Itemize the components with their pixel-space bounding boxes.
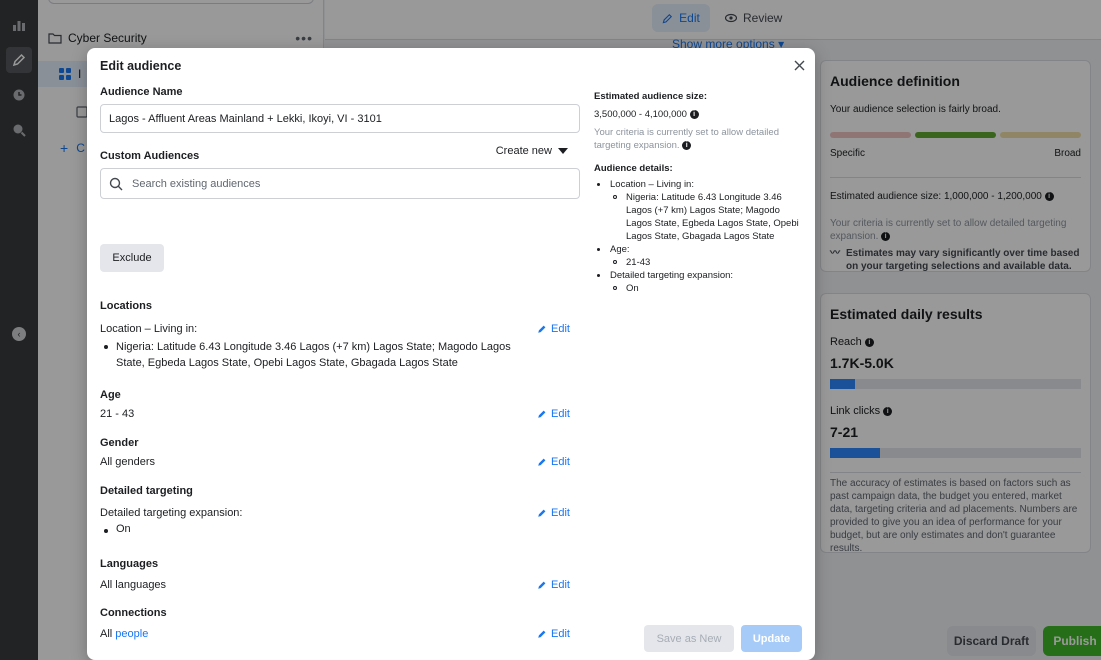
audience-name-value: Lagos - Affluent Areas Mainland + Lekki,… [109,112,382,125]
languages-value: All languages [100,579,167,591]
summary-location-item: Location – Living in: Nigeria: Latitude … [594,178,804,243]
summary-size-label: Estimated audience size: [594,91,707,102]
create-new-label: Create new [495,145,552,157]
search-icon [109,177,123,190]
audience-name-input[interactable]: Lagos - Affluent Areas Mainland + Lekki,… [100,104,580,133]
edit-age-link[interactable]: Edit [537,408,570,420]
age-value: 21 - 43 [100,408,135,420]
edit-languages-link[interactable]: Edit [537,579,570,591]
locations-sub: Location – Living in: [100,323,198,335]
summary-location-value: Nigeria: Latitude 6.43 Longitude 3.46 La… [610,191,804,243]
search-audiences-input[interactable]: Search existing audiences [100,168,580,199]
connections-heading: Connections [100,607,167,619]
exclude-button[interactable]: Exclude [100,244,164,272]
edit-detailed-targeting-link[interactable]: Edit [537,507,570,519]
summary-size-value: 3,500,000 - 4,100,000 i [594,108,804,121]
summary-criteria-note: Your criteria is currently set to allow … [594,127,779,151]
locations-heading: Locations [100,300,152,312]
edit-connections-link[interactable]: Edit [537,628,570,640]
people-link[interactable]: people [115,628,148,640]
summary-expansion-item: Detailed targeting expansion: On [594,269,804,295]
caret-down-icon [558,148,568,154]
detailed-targeting-item: On [100,523,131,535]
locations-list: Nigeria: Latitude 6.43 Longitude 3.46 La… [100,339,530,371]
summary-expansion-value: On [610,282,804,295]
pencil-icon [538,630,546,638]
pencil-icon [538,410,546,418]
audience-name-label: Audience Name [100,86,183,98]
edit-audience-dialog: Edit audience Audience Name Lagos - Affl… [87,48,815,660]
pencil-icon [538,458,546,466]
pencil-icon [538,581,546,589]
summary-age-item: Age: 21-43 [594,243,804,269]
connections-value: All people [100,628,149,640]
custom-audiences-label: Custom Audiences [100,150,200,162]
summary-age-value: 21-43 [610,256,804,269]
location-item: Nigeria: Latitude 6.43 Longitude 3.46 La… [100,339,530,371]
info-icon[interactable]: i [682,140,692,150]
detailed-targeting-heading: Detailed targeting [100,485,193,497]
detailed-targeting-sub: Detailed targeting expansion: [100,507,243,519]
update-button[interactable]: Update [741,625,802,652]
audience-summary: Estimated audience size: 3,500,000 - 4,1… [594,90,804,295]
save-as-new-button[interactable]: Save as New [644,625,734,652]
create-new-dropdown[interactable]: Create new [496,145,568,157]
pencil-icon [538,509,546,517]
summary-details-list: Location – Living in: Nigeria: Latitude … [594,178,804,295]
pencil-icon [538,325,546,333]
edit-locations-link[interactable]: Edit [537,323,570,335]
edit-gender-link[interactable]: Edit [537,456,570,468]
age-heading: Age [100,389,121,401]
gender-heading: Gender [100,437,139,449]
close-icon[interactable] [791,57,807,73]
languages-heading: Languages [100,558,159,570]
summary-details-label: Audience details: [594,163,673,174]
search-placeholder: Search existing audiences [132,177,261,190]
detailed-targeting-list: On [100,523,131,535]
gender-value: All genders [100,456,156,468]
dialog-title: Edit audience [100,59,182,73]
info-icon[interactable]: i [689,109,699,119]
